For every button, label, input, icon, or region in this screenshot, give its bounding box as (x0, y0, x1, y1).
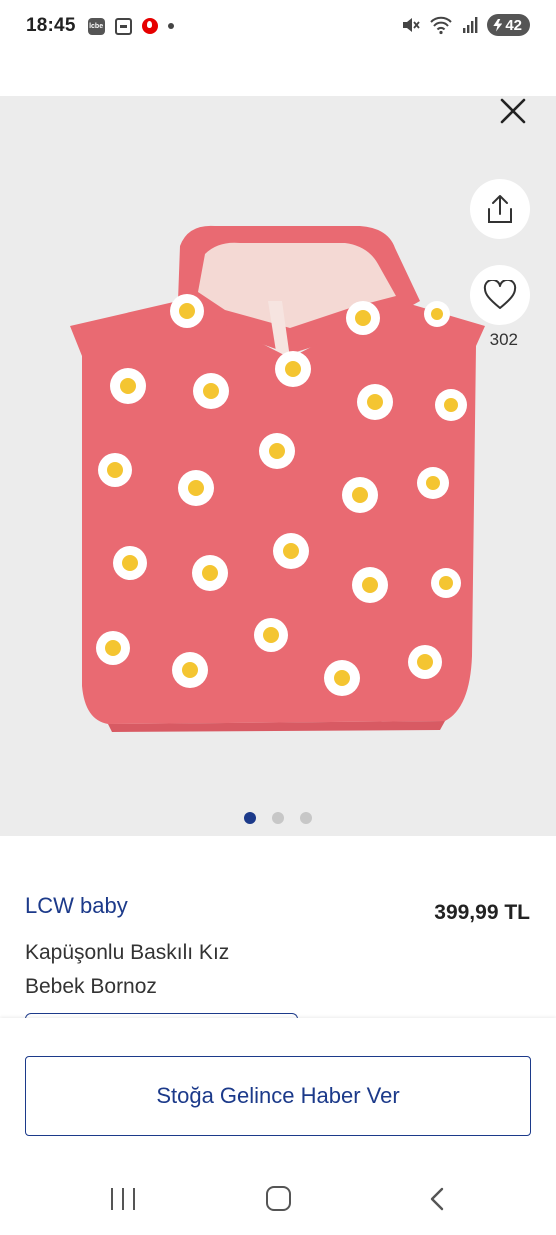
product-title: Kapüşonlu Baskılı Kız Bebek Bornoz (25, 941, 230, 998)
bottom-action-bar: Stoğa Gelince Haber Ver (0, 1018, 556, 1158)
vodafone-icon (141, 18, 158, 34)
battery-indicator: 42 (487, 14, 530, 36)
home-icon[interactable] (266, 1186, 291, 1211)
pager-dot[interactable] (300, 812, 312, 824)
battery-level: 42 (505, 16, 522, 34)
favorite-button[interactable] (470, 265, 530, 325)
app-badge-icon: lcbe (87, 17, 105, 35)
more-notifications-icon (167, 23, 174, 29)
charging-icon (493, 18, 503, 32)
pager-dot[interactable] (272, 812, 284, 824)
product-price: 399,99 TL (434, 901, 530, 924)
signal-icon (463, 17, 478, 33)
status-time: 18:45 (26, 15, 76, 36)
notification-icons: lcbe (87, 17, 174, 35)
brand-link[interactable]: LCW baby (25, 893, 128, 919)
close-icon[interactable] (498, 96, 528, 126)
scan-icon (114, 17, 132, 35)
mute-icon (403, 18, 421, 32)
share-button[interactable] (470, 179, 530, 239)
wifi-icon (430, 16, 453, 35)
image-pager (0, 812, 556, 824)
back-icon[interactable] (425, 1186, 449, 1212)
recent-apps-icon[interactable] (111, 1188, 135, 1210)
pager-dot-active[interactable] (244, 812, 256, 824)
heart-icon (483, 280, 517, 309)
notify-when-in-stock-button[interactable]: Stoğa Gelince Haber Ver (25, 1056, 531, 1136)
status-bar: 18:45 lcbe 42 (0, 0, 556, 52)
favorite-count: 302 (489, 330, 518, 349)
status-right-icons: 42 (400, 14, 530, 36)
share-icon (488, 195, 512, 223)
system-nav-bar (0, 1158, 556, 1235)
